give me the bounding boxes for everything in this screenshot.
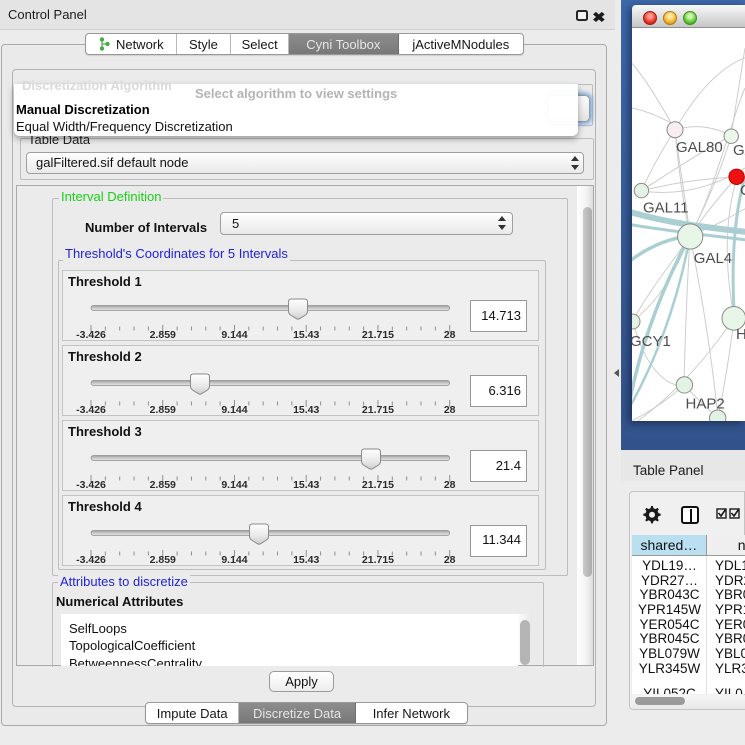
svg-text:GAL11: GAL11 (643, 200, 689, 217)
svg-text:GAL4: GAL4 (694, 250, 732, 267)
svg-text:GAL80: GAL80 (676, 139, 723, 156)
svg-text:HAP2: HAP2 (686, 396, 725, 413)
svg-text:H: H (736, 326, 745, 343)
svg-text:C: C (740, 182, 745, 199)
svg-text:GA: GA (733, 142, 745, 159)
svg-text:GCY1: GCY1 (632, 333, 671, 350)
